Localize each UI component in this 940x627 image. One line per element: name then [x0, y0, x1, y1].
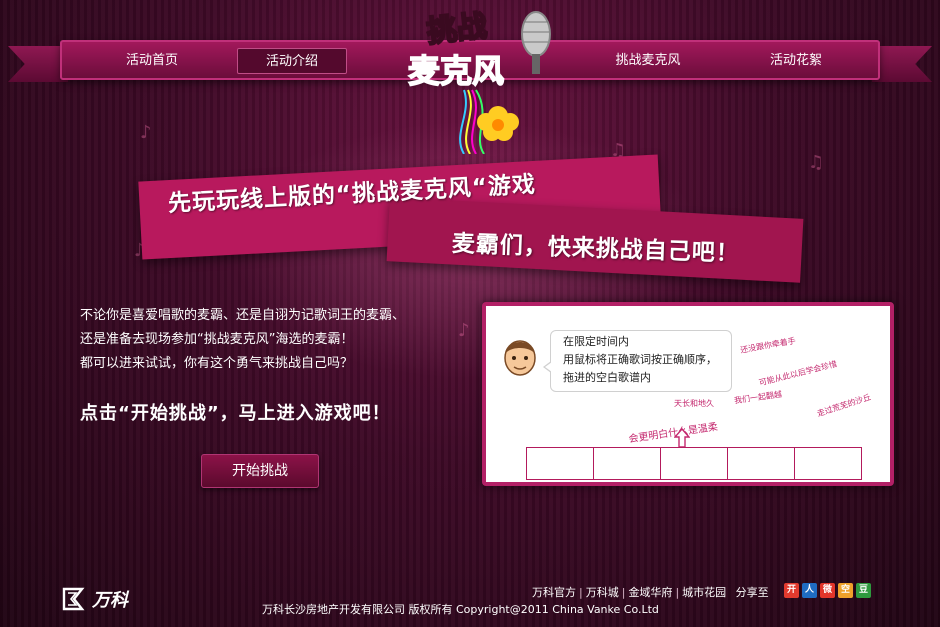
- footer-link-jinyu[interactable]: 金域华府: [628, 586, 672, 599]
- intro-line: 不论你是喜爱唱歌的麦霸、还是自诩为记歌词王的麦霸、: [80, 308, 406, 323]
- renren-icon[interactable]: 人: [802, 583, 817, 598]
- game-preview-panel: 在限定时间内 用鼠标将正确歌词按正确顺序， 拖进的空白歌谱内 还没跟你牵着手 可…: [482, 302, 894, 486]
- footer-link-city[interactable]: 万科城: [586, 586, 619, 599]
- kaixin-icon[interactable]: 开: [784, 583, 799, 598]
- instruction-line: 用鼠标将正确歌词按正确顺序，: [563, 353, 717, 366]
- challenge-microphone-logo[interactable]: 挑战 麦克风: [398, 4, 558, 155]
- music-note-icon: ♫: [808, 152, 825, 173]
- nav-item-highlights[interactable]: 活动花絮: [748, 48, 844, 74]
- share-label: 分享至: [735, 586, 769, 599]
- nav-ribbon-right: [872, 46, 932, 82]
- nav-ribbon-left: [8, 46, 68, 82]
- nav-item-intro[interactable]: 活动介绍: [237, 48, 347, 74]
- svg-text:挑战: 挑战: [425, 9, 488, 50]
- lyric-drop-slots: [526, 447, 862, 480]
- douban-icon[interactable]: 豆: [856, 583, 871, 598]
- footer-links: 万科官方 | 万科城 | 金域华府 | 城市花园 分享至: [532, 586, 769, 599]
- cursor-arrow-icon: [673, 427, 691, 448]
- svg-text:麦克风: 麦克风: [408, 52, 504, 90]
- qzone-icon[interactable]: 空: [838, 583, 853, 598]
- dragging-lyric[interactable]: 会更明白什么是温柔: [627, 418, 719, 445]
- vanke-logo[interactable]: 万科: [62, 585, 162, 613]
- footer-link-garden[interactable]: 城市花园: [682, 586, 726, 599]
- instruction-line: 在限定时间内: [563, 335, 629, 348]
- nav-item-home[interactable]: 活动首页: [104, 48, 200, 74]
- call-to-action-text: 点击“开始挑战”，马上进入游戏吧！: [80, 403, 391, 424]
- lyric-fragment[interactable]: 走过荒芜的沙丘: [816, 392, 873, 420]
- instruction-line: 拖进的空白歌谱内: [563, 371, 651, 384]
- weibo-icon[interactable]: 微: [820, 583, 835, 598]
- intro-line: 还是准备去现场参加“挑战麦克风”海选的麦霸！: [80, 332, 354, 347]
- intro-line: 都可以进来试试，你有这个勇气来挑战自己吗？: [80, 356, 354, 371]
- avatar: [500, 334, 540, 378]
- start-challenge-button[interactable]: 开始挑战: [201, 454, 319, 488]
- lyric-fragment[interactable]: 还没跟你牵着手: [739, 335, 797, 356]
- lyric-slot[interactable]: [728, 448, 795, 479]
- vanke-mark-icon: [62, 587, 85, 611]
- lyric-slot[interactable]: [527, 448, 594, 479]
- instruction-bubble: 在限定时间内 用鼠标将正确歌词按正确顺序， 拖进的空白歌谱内: [543, 330, 732, 392]
- microphone-icon: [521, 11, 551, 74]
- lyric-slot[interactable]: [661, 448, 728, 479]
- nav-item-challenge[interactable]: 挑战麦克风: [598, 48, 698, 74]
- lyric-fragment[interactable]: 天长和地久: [674, 398, 714, 409]
- lyric-slot[interactable]: [594, 448, 661, 479]
- music-note-icon: ♪: [140, 122, 152, 143]
- lyric-slot[interactable]: [795, 448, 861, 479]
- intro-text: 不论你是喜爱唱歌的麦霸、还是自诩为记歌词王的麦霸、 还是准备去现场参加“挑战麦克…: [80, 304, 475, 376]
- lyric-fragment[interactable]: 可能从此以后学会珍惜: [758, 358, 838, 388]
- footer-link-official[interactable]: 万科官方: [532, 586, 576, 599]
- copyright-text: 万科长沙房地产开发有限公司 版权所有 Copyright@2011 China …: [262, 603, 659, 616]
- share-icons: 开 人 微 空 豆: [784, 583, 871, 598]
- svg-text:万科: 万科: [91, 590, 130, 611]
- lyric-fragment[interactable]: 我们一起翻越: [733, 389, 783, 407]
